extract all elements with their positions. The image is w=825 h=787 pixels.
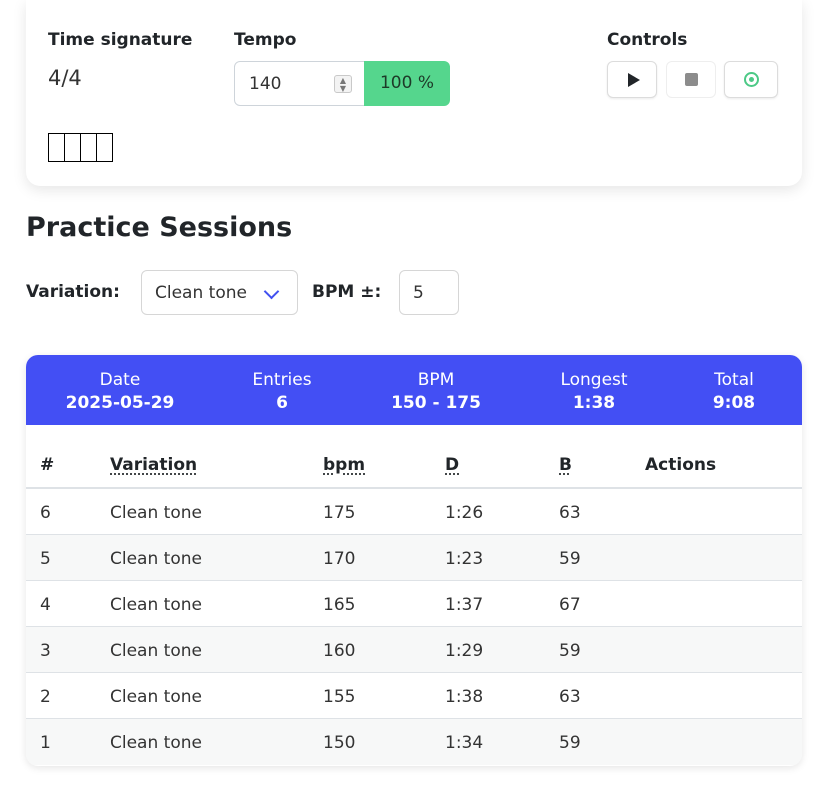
table-row: 1 Clean tone 150 1:34 59 [26,719,802,765]
table-row: 4 Clean tone 165 1:37 67 [26,581,802,627]
summary-total-value: 9:08 [712,393,756,413]
variation-label: Variation: [26,282,120,302]
controls-label: Controls [607,30,688,50]
cell-beats: 59 [559,549,581,569]
summary-entries-label: Entries [252,370,312,390]
beat-cell [80,133,97,162]
cell-index: 6 [40,503,51,523]
beat-cell [96,133,113,162]
cell-duration: 1:26 [445,503,484,523]
table-body: 6 Clean tone 175 1:26 63 5 Clean tone 170 1:23 59… [26,489,802,765]
cell-variation: Clean tone [110,595,202,615]
summary-longest-label: Longest [560,370,628,390]
tempo-label: Tempo [234,30,297,50]
beat-indicator [48,133,113,162]
column-header-duration[interactable]: D [445,455,459,475]
spinner-icon[interactable]: ▲ ▼ [334,75,352,93]
tempo-percent-badge: 100 % [364,61,450,106]
play-icon [627,72,640,87]
stop-icon [684,73,698,86]
summary-bpm-value: 150 - 175 [391,393,481,413]
cell-beats: 67 [559,595,581,615]
summary-entries: Entries 6 [212,369,352,415]
summary-date-label: Date [99,370,141,390]
summary-date-value: 2025-05-29 [65,393,175,413]
cell-index: 4 [40,595,51,615]
cell-duration: 1:37 [445,595,484,615]
summary-date: Date 2025-05-29 [50,369,190,415]
summary-total-label: Total [714,370,754,390]
cell-bpm: 175 [323,503,356,523]
table-row: 6 Clean tone 175 1:26 63 [26,489,802,535]
summary-bpm: BPM 150 - 175 [366,369,506,415]
beat-cell [64,133,81,162]
table-row: 5 Clean tone 170 1:23 59 [26,535,802,581]
summary-entries-value: 6 [276,393,288,413]
stop-button[interactable] [666,61,716,98]
cell-duration: 1:38 [445,687,484,707]
target-icon [743,72,759,87]
cell-index: 3 [40,641,51,661]
bpm-tolerance-input[interactable]: 5 [399,270,459,315]
cell-beats: 63 [559,503,581,523]
cell-variation: Clean tone [110,503,202,523]
column-header-beats[interactable]: B [559,455,572,475]
cell-index: 1 [40,733,51,753]
tempo-value: 140 [249,74,282,94]
tempo-input[interactable]: 140 ▲ ▼ [234,61,365,106]
beat-cell [48,133,65,162]
summary-longest: Longest 1:38 [524,369,664,415]
time-signature-value[interactable]: 4/4 [48,66,82,90]
bpm-tolerance-value: 5 [413,283,424,303]
cell-duration: 1:23 [445,549,484,569]
variation-selected-value: Clean tone [155,283,247,303]
cell-index: 2 [40,687,51,707]
summary-bpm-label: BPM [417,370,455,390]
column-header-index: # [40,455,55,475]
summary-longest-value: 1:38 [572,393,616,413]
summary-total: Total 9:08 [664,369,802,415]
bpm-tolerance-label: BPM ±: [312,282,382,302]
page-title: Practice Sessions [26,212,293,243]
sessions-table-card: Date 2025-05-29 Entries 6 BPM 150 - 175 … [26,355,802,766]
cell-bpm: 155 [323,687,356,707]
cell-beats: 63 [559,687,581,707]
column-header-variation[interactable]: Variation [110,455,197,475]
table-row: 3 Clean tone 160 1:29 59 [26,627,802,673]
cell-index: 5 [40,549,51,569]
column-header-bpm[interactable]: bpm [323,455,365,475]
cell-bpm: 170 [323,549,356,569]
cell-bpm: 150 [323,733,356,753]
cell-duration: 1:29 [445,641,484,661]
cell-variation: Clean tone [110,687,202,707]
cell-duration: 1:34 [445,733,484,753]
table-header: # Variation bpm D B Actions [26,425,802,489]
cell-bpm: 160 [323,641,356,661]
summary-bar: Date 2025-05-29 Entries 6 BPM 150 - 175 … [26,355,802,425]
table-row: 2 Clean tone 155 1:38 63 [26,673,802,719]
cell-beats: 59 [559,641,581,661]
variation-select[interactable]: Clean tone [141,270,298,315]
tap-button[interactable] [724,61,778,98]
metronome-card: Time signature 4/4 Tempo 140 ▲ ▼ 100 % Co… [26,0,802,186]
chevron-down-icon [263,283,280,300]
cell-variation: Clean tone [110,549,202,569]
cell-variation: Clean tone [110,733,202,753]
cell-variation: Clean tone [110,641,202,661]
time-signature-label: Time signature [48,30,193,50]
play-button[interactable] [607,61,657,98]
column-header-actions: Actions [645,455,717,475]
cell-beats: 59 [559,733,581,753]
cell-bpm: 165 [323,595,356,615]
